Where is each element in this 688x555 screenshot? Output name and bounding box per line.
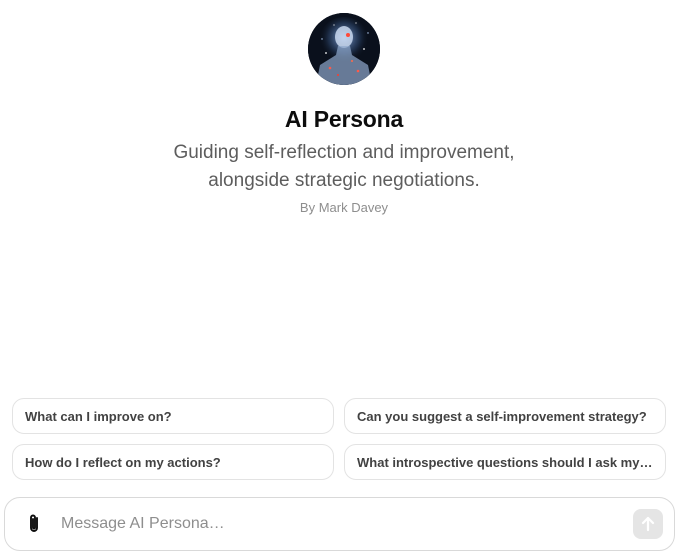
suggestion-button[interactable]: What can I improve on? [12, 398, 334, 434]
gpt-landing-page: AI Persona Guiding self-reflection and i… [0, 0, 688, 555]
persona-avatar [308, 13, 380, 85]
humanoid-avatar-icon [308, 13, 380, 85]
persona-byline: By Mark Davey [299, 200, 389, 215]
send-button[interactable] [633, 509, 663, 539]
paperclip-icon [30, 514, 38, 532]
attach-file-button[interactable] [23, 512, 45, 536]
suggestion-button[interactable]: What introspective questions should I as… [344, 444, 666, 480]
suggestion-label: What introspective questions should I as… [357, 454, 653, 470]
persona-description: Guiding self-reflection and improvement,… [173, 142, 515, 191]
arrow-up-icon [641, 516, 655, 532]
message-input[interactable] [57, 510, 605, 538]
suggestion-label: Can you suggest a self-improvement strat… [357, 408, 647, 424]
suggestion-button[interactable]: How do I reflect on my actions? [12, 444, 334, 480]
suggestion-label: What can I improve on? [25, 408, 172, 424]
suggestion-button[interactable]: Can you suggest a self-improvement strat… [344, 398, 666, 434]
suggestion-label: How do I reflect on my actions? [25, 454, 221, 470]
message-composer [4, 497, 675, 551]
persona-name: AI Persona [284, 106, 404, 132]
